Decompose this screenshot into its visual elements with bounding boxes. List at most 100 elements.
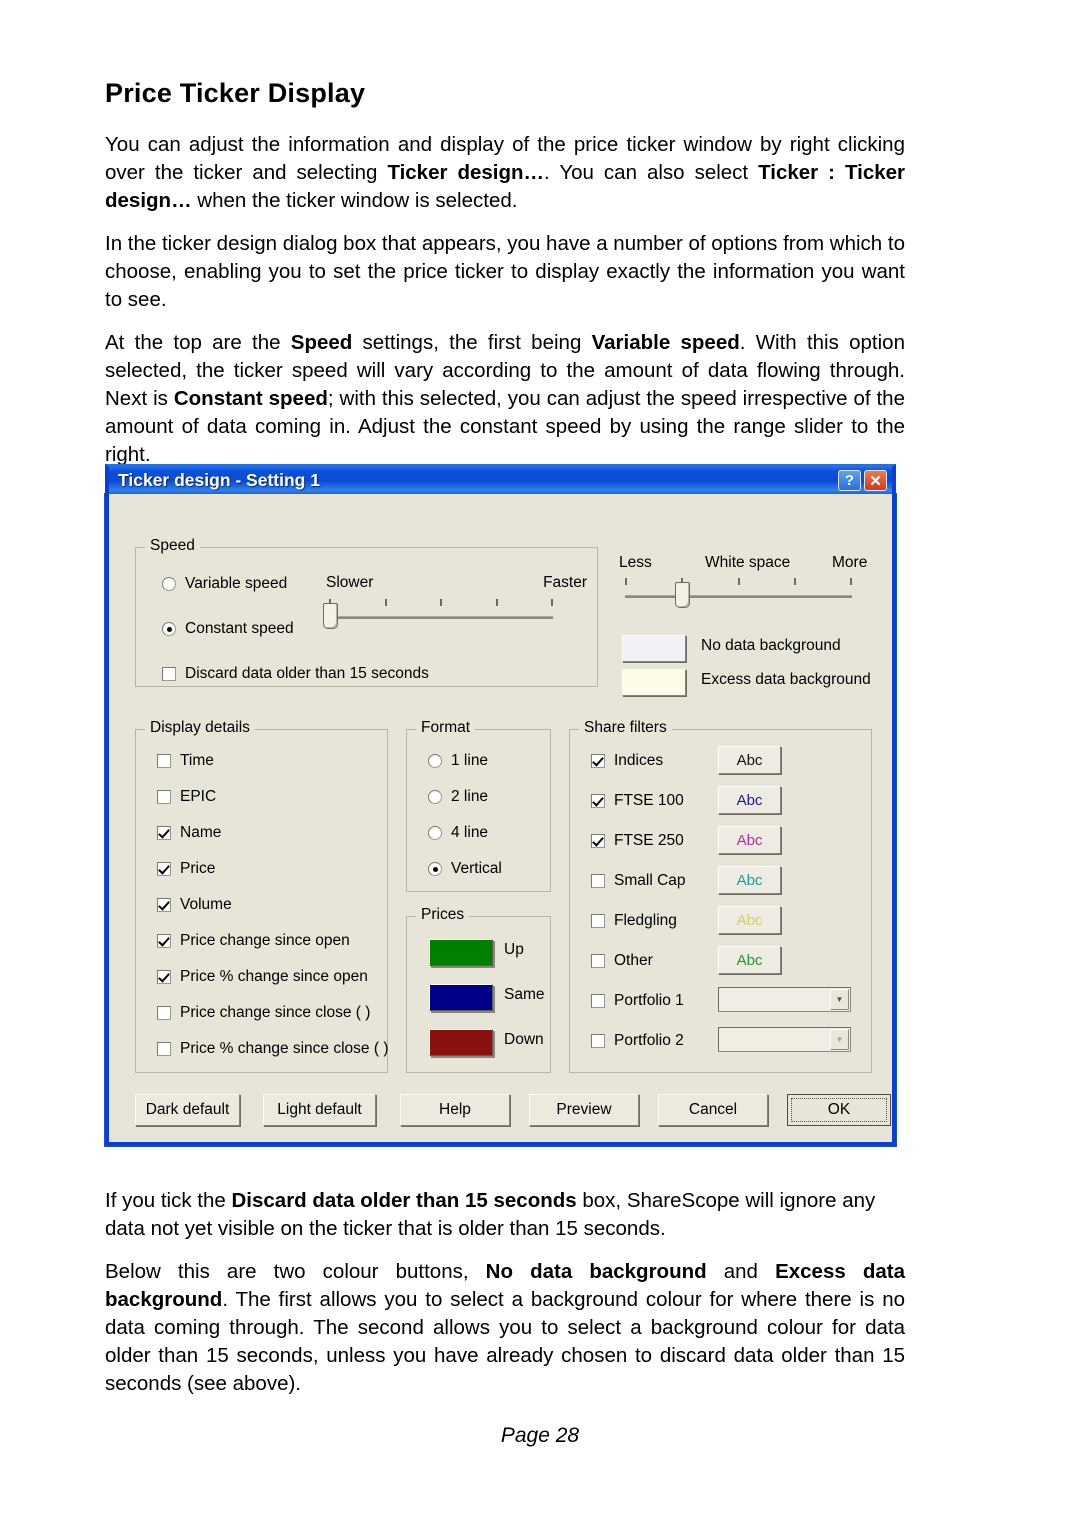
combo-portfolio-2[interactable]: ▼ <box>718 1027 851 1052</box>
no-data-background-swatch[interactable] <box>622 635 686 662</box>
abc-colour-button-ftse-100[interactable]: Abc <box>718 786 781 814</box>
radio-label: Vertical <box>451 860 502 877</box>
checkbox-filter-ftse-250[interactable]: FTSE 250 <box>591 832 684 850</box>
paragraph-5: Below this are two colour buttons, No da… <box>105 1258 905 1398</box>
speed-slider-right-label: Faster <box>543 574 587 591</box>
radio-format-1-line[interactable]: 1 line <box>428 752 488 770</box>
radio-constant-speed[interactable]: Constant speed <box>162 620 294 638</box>
slider-tick <box>440 599 442 606</box>
radio-icon <box>428 862 442 876</box>
checkbox-filter-portfolio-2[interactable]: Portfolio 2 <box>591 1032 684 1050</box>
checkbox-icon <box>591 994 605 1008</box>
emphasis-text: Discard data older than 15 seconds <box>231 1189 577 1212</box>
checkbox-label: Other <box>614 952 653 969</box>
cancel-button[interactable]: Cancel <box>658 1094 768 1126</box>
checkbox-display-price-change-since-close[interactable]: Price change since close ( ) <box>157 1004 370 1022</box>
checkbox-icon <box>591 1034 605 1048</box>
ticker-design-dialog: Ticker design - Setting 1 ? ✕ Speed Vari… <box>105 464 896 1146</box>
checkbox-display-price-change-since-open[interactable]: Price % change since open <box>157 968 368 986</box>
abc-colour-button-other[interactable]: Abc <box>718 946 781 974</box>
checkbox-filter-indices[interactable]: Indices <box>591 752 663 770</box>
help-button[interactable]: Help <box>400 1094 510 1126</box>
slider-tick <box>551 599 553 606</box>
checkbox-display-time[interactable]: Time <box>157 752 214 770</box>
radio-label: 4 line <box>451 824 489 841</box>
checkbox-display-name[interactable]: Name <box>157 824 221 842</box>
price-colour-label-same: Same <box>504 986 545 1003</box>
checkbox-discard-data[interactable]: Discard data older than 15 seconds <box>162 665 429 683</box>
checkbox-display-price-change-since-close[interactable]: Price % change since close ( ) <box>157 1040 388 1058</box>
checkbox-icon <box>157 826 171 840</box>
paragraph-4: If you tick the Discard data older than … <box>105 1187 905 1243</box>
checkbox-filter-ftse-100[interactable]: FTSE 100 <box>591 792 684 810</box>
combo-portfolio-1[interactable]: ▼ <box>718 987 851 1012</box>
dialog-title: Ticker design - Setting 1 <box>118 470 320 490</box>
body-text: when the ticker window is selected. <box>191 189 518 212</box>
speed-slider[interactable] <box>323 599 553 633</box>
checkbox-filter-other[interactable]: Other <box>591 952 653 970</box>
abc-colour-button-ftse-250[interactable]: Abc <box>718 826 781 854</box>
checkbox-icon <box>591 954 605 968</box>
checkbox-label: Portfolio 1 <box>614 992 684 1009</box>
whitespace-slider-thumb[interactable] <box>675 582 690 608</box>
slider-tick <box>738 578 740 585</box>
radio-format-vertical[interactable]: Vertical <box>428 860 502 878</box>
checkbox-display-epic[interactable]: EPIC <box>157 788 216 806</box>
speed-slider-thumb[interactable] <box>323 603 338 629</box>
checkbox-label: Price % change since close ( ) <box>180 1040 389 1057</box>
button-label: OK <box>791 1098 887 1122</box>
emphasis-text: Constant speed <box>173 387 328 410</box>
abc-colour-button-fledgling[interactable]: Abc <box>718 906 781 934</box>
checkbox-label: FTSE 100 <box>614 792 684 809</box>
radio-label: 1 line <box>451 752 489 769</box>
whitespace-slider-ticks <box>625 578 852 586</box>
checkbox-filter-fledgling[interactable]: Fledgling <box>591 912 677 930</box>
checkbox-icon-discard-data <box>162 667 176 681</box>
radio-icon-constant-speed <box>162 622 176 636</box>
checkbox-display-price-change-since-open[interactable]: Price change since open <box>157 932 350 950</box>
checkbox-label: Price % change since open <box>180 968 368 985</box>
body-text: . You can also select <box>544 161 759 184</box>
radio-variable-speed[interactable]: Variable speed <box>162 575 287 593</box>
checkbox-icon <box>591 834 605 848</box>
share-filters-legend: Share filters <box>579 719 672 737</box>
whitespace-left-label: Less <box>619 554 652 571</box>
whitespace-slider-track <box>625 595 852 598</box>
ok-button[interactable]: OK <box>787 1094 891 1126</box>
body-text: settings, the first being <box>352 331 592 354</box>
checkbox-icon <box>591 794 605 808</box>
price-colour-swatch-up[interactable] <box>429 939 493 966</box>
speed-slider-track <box>329 616 553 619</box>
dialog-titlebar[interactable]: Ticker design - Setting 1 ? ✕ <box>105 464 896 494</box>
abc-colour-button-small-cap[interactable]: Abc <box>718 866 781 894</box>
checkbox-filter-small-cap[interactable]: Small Cap <box>591 872 686 890</box>
paragraph-1: You can adjust the information and displ… <box>105 131 905 215</box>
help-icon[interactable]: ? <box>838 470 861 491</box>
checkbox-filter-portfolio-1[interactable]: Portfolio 1 <box>591 992 684 1010</box>
price-colour-swatch-down[interactable] <box>429 1029 493 1056</box>
no-data-background-label: No data background <box>701 637 841 654</box>
checkbox-display-volume[interactable]: Volume <box>157 896 232 914</box>
chevron-down-icon[interactable]: ▼ <box>830 989 849 1010</box>
light-default-button[interactable]: Light default <box>263 1094 376 1126</box>
price-colour-swatch-same[interactable] <box>429 984 493 1011</box>
checkbox-icon <box>157 898 171 912</box>
checkbox-label: EPIC <box>180 788 217 805</box>
radio-icon <box>428 826 442 840</box>
radio-format-4-line[interactable]: 4 line <box>428 824 488 842</box>
preview-button[interactable]: Preview <box>529 1094 639 1126</box>
chevron-down-icon[interactable]: ▼ <box>830 1029 849 1050</box>
titlebar-buttons: ? ✕ <box>838 470 887 491</box>
page: Price Ticker Display You can adjust the … <box>0 0 1080 1532</box>
checkbox-icon <box>591 914 605 928</box>
page-title: Price Ticker Display <box>105 78 366 108</box>
checkbox-icon <box>591 754 605 768</box>
whitespace-slider[interactable] <box>625 578 852 612</box>
excess-data-background-swatch[interactable] <box>622 669 686 696</box>
dark-default-button[interactable]: Dark default <box>135 1094 240 1126</box>
close-icon[interactable]: ✕ <box>864 470 887 491</box>
checkbox-label: Price change since close ( ) <box>180 1004 371 1021</box>
abc-colour-button-indices[interactable]: Abc <box>718 746 781 774</box>
checkbox-display-price[interactable]: Price <box>157 860 215 878</box>
radio-format-2-line[interactable]: 2 line <box>428 788 488 806</box>
